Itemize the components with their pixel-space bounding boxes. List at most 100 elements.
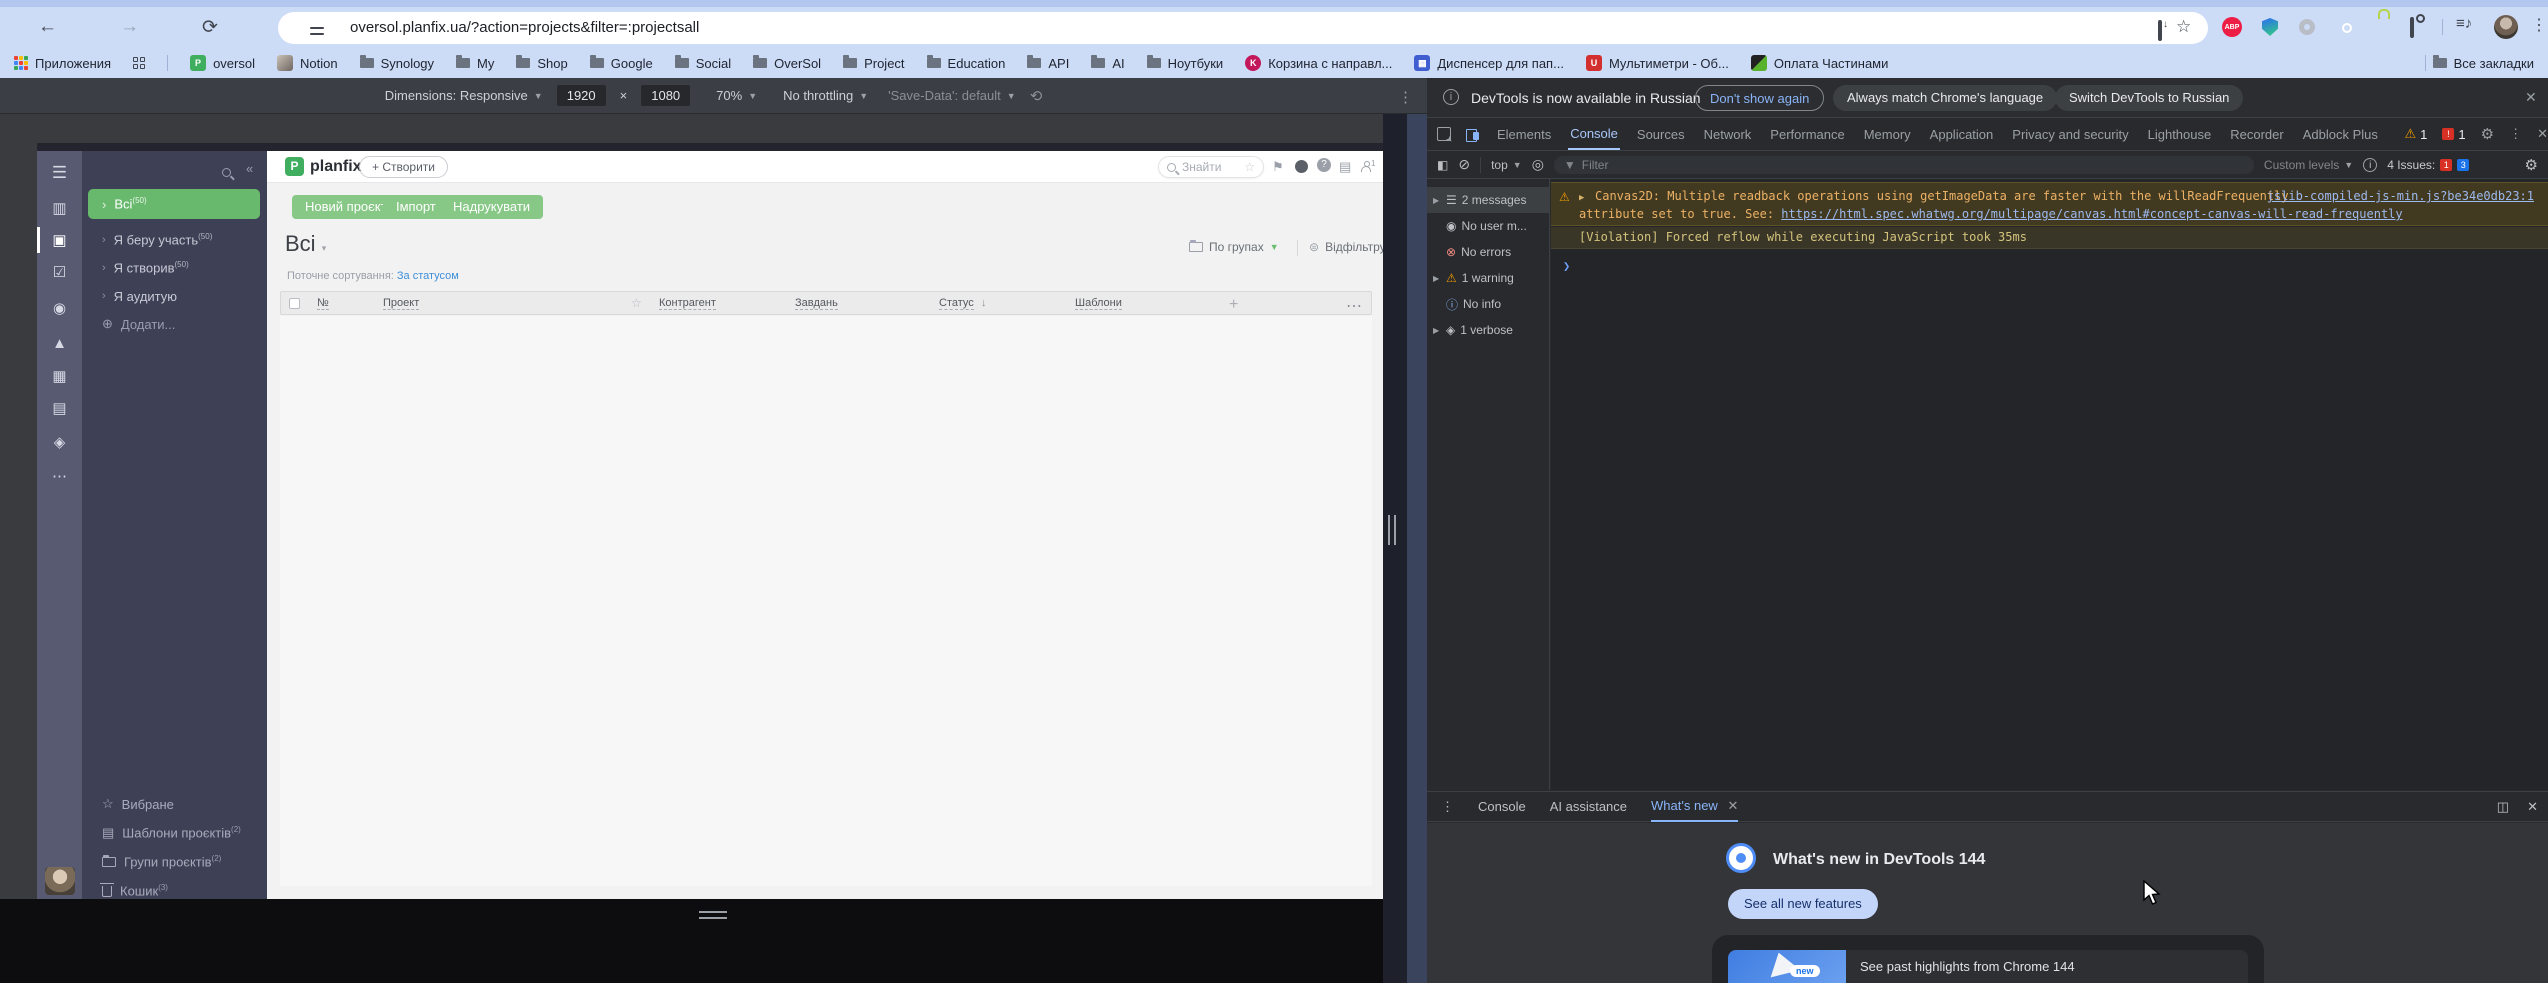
rocket-icon[interactable]: ⚑	[1272, 159, 1284, 175]
url-text[interactable]: oversol.planfix.ua/?action=projects&filt…	[350, 19, 699, 36]
apps-shortcut[interactable]: Приложения	[14, 56, 111, 71]
device-toolbar-menu-icon[interactable]: ⋮	[1398, 88, 1413, 106]
console-settings-icon[interactable]: ⚙	[2525, 156, 2538, 174]
bookmark-folder-synology[interactable]: Synology	[359, 55, 434, 71]
close-tab-icon[interactable]: ✕	[1727, 798, 1738, 813]
help-icon[interactable]: ?	[1317, 158, 1331, 172]
nav-item-project-groups[interactable]: Групи проєктів(2)	[82, 849, 267, 875]
sidebar-search-icon[interactable]	[222, 165, 231, 180]
bookmark-folder-social[interactable]: Social	[674, 55, 731, 71]
sort-value-link[interactable]: За статусом	[397, 270, 459, 282]
save-data-select[interactable]: 'Save-Data': default ▼	[888, 88, 1016, 103]
bookmark-folder-oversol[interactable]: OverSol	[753, 55, 821, 71]
tab-elements[interactable]: Elements	[1495, 120, 1553, 149]
tab-performance[interactable]: Performance	[1768, 120, 1846, 149]
user-avatar[interactable]	[45, 867, 75, 895]
projects-briefcase-icon[interactable]: ▣	[37, 231, 82, 249]
expand-chevron[interactable]: ›	[102, 197, 106, 212]
bookmark-multimetry[interactable]: U Мультиметри - Об...	[1585, 55, 1729, 71]
nav-item-all[interactable]: › Всі(50)	[88, 189, 260, 219]
switch-russian-button[interactable]: Switch DevTools to Russian	[2055, 85, 2244, 111]
bookmark-folder-google[interactable]: Google	[589, 55, 653, 71]
warning-counter[interactable]: ⚠ 1	[2405, 126, 2428, 142]
menu-icon[interactable]: ☰	[37, 163, 82, 183]
add-column-icon[interactable]: +	[1229, 296, 1238, 314]
bookmark-notion[interactable]: Notion	[276, 55, 338, 71]
tab-lighthouse[interactable]: Lighthouse	[2146, 120, 2214, 149]
clear-console-icon[interactable]: ⊘	[1458, 156, 1470, 173]
filter-select[interactable]: ⊜ Відфільтрувати▼	[1309, 240, 1383, 254]
log-levels-select[interactable]: Custom levels ▼	[2264, 158, 2353, 172]
viewport-right-resize-handle[interactable]	[1388, 515, 1396, 545]
drawer-expand-icon[interactable]: ◫	[2497, 799, 2509, 815]
nav-item-add[interactable]: ⊕ Додати...	[82, 311, 267, 337]
drawer-tab-console[interactable]: Console	[1478, 799, 1526, 814]
header-search-input[interactable]: Знайти ☆	[1158, 156, 1264, 178]
boards-icon[interactable]: ▥	[37, 199, 82, 217]
devtools-settings-icon[interactable]: ⚙	[2481, 125, 2494, 143]
site-settings-icon[interactable]	[310, 26, 324, 36]
bookmark-folder-notebooks[interactable]: Ноутбуки	[1146, 55, 1223, 71]
tab-sources[interactable]: Sources	[1635, 120, 1687, 149]
star-icon[interactable]: ☆	[1244, 160, 1255, 174]
feed-icon[interactable]: ▤	[37, 399, 82, 417]
column-status[interactable]: Статус	[939, 297, 974, 310]
device-toolbar-toggle-icon[interactable]	[1466, 127, 1480, 142]
contacts-icon[interactable]: ◉	[37, 299, 82, 317]
console-filter-input[interactable]: ▼ Filter	[1553, 155, 2254, 174]
tasks-icon[interactable]: ☑	[37, 263, 82, 281]
devtools-split-divider[interactable]	[1407, 114, 1427, 983]
drawer-menu-icon[interactable]: ⋮	[1441, 799, 1454, 815]
see-all-features-button[interactable]: See all new features	[1728, 889, 1878, 919]
filter-verbose[interactable]: ▶ ◈ 1 verbose	[1427, 317, 1549, 343]
create-button[interactable]: + Створити	[359, 156, 448, 178]
column-templates[interactable]: Шаблони	[1075, 297, 1122, 310]
adblock-extension-icon[interactable]: ABP	[2222, 17, 2242, 37]
drawer-tab-whats-new[interactable]: What's new ✕	[1651, 792, 1739, 822]
tab-application[interactable]: Application	[1928, 120, 1996, 149]
layers-icon[interactable]: ▤	[1339, 159, 1351, 175]
bookmark-folder-ai[interactable]: AI	[1091, 55, 1125, 71]
status-circle-icon[interactable]	[1295, 160, 1308, 173]
expand-chevron[interactable]: ›	[102, 234, 106, 246]
address-bar[interactable]: oversol.planfix.ua/?action=projects&filt…	[278, 12, 2208, 44]
forward-button[interactable]: →	[120, 16, 139, 38]
nav-item-auditing[interactable]: › Я аудитую	[82, 283, 267, 309]
view-title[interactable]: Всі ▾	[285, 231, 326, 257]
bookmark-korzina[interactable]: K Корзина с направл...	[1245, 55, 1392, 71]
console-sidebar-toggle-icon[interactable]: ◧	[1437, 158, 1448, 172]
nav-item-created[interactable]: › Я створив(50)	[82, 255, 267, 281]
console-violation-message[interactable]: [Violation] Forced reflow while executin…	[1551, 227, 2548, 249]
inspect-element-icon[interactable]	[1437, 127, 1451, 141]
back-button[interactable]: ←	[38, 16, 57, 38]
tab-recorder[interactable]: Recorder	[2228, 120, 2285, 149]
banner-close-icon[interactable]: ✕	[2525, 89, 2537, 106]
match-language-button[interactable]: Always match Chrome's language	[1833, 85, 2058, 111]
viewport-width-input[interactable]: 1920	[556, 85, 606, 106]
error-counter[interactable]: ! 1	[2442, 127, 2466, 142]
team-icon[interactable]: ◈	[37, 433, 82, 451]
column-counterparty[interactable]: Контрагент	[659, 297, 716, 310]
nav-item-participating[interactable]: › Я беру участь(50)	[82, 227, 267, 253]
column-project[interactable]: Проект	[383, 297, 420, 310]
star-column-icon[interactable]: ☆	[631, 296, 642, 310]
browser-menu-icon[interactable]: ⋮	[2531, 15, 2547, 35]
shield-extension-icon[interactable]	[2262, 18, 2278, 36]
filter-all-messages[interactable]: ▶ ☰ 2 messages	[1427, 187, 1549, 213]
zoom-select[interactable]: 70% ▼	[716, 88, 757, 103]
console-warning-message[interactable]: ⚠ ▶ Canvas2D: Multiple readback operatio…	[1551, 182, 2548, 226]
bookmark-folder-api[interactable]: API	[1027, 55, 1069, 71]
column-number[interactable]: №	[317, 297, 329, 310]
playlist-icon[interactable]: ≡♪	[2456, 15, 2472, 32]
filter-info[interactable]: ⓘ No info	[1427, 291, 1549, 317]
expand-chevron[interactable]: ›	[102, 290, 106, 302]
profile-avatar[interactable]	[2494, 15, 2518, 39]
install-app-icon[interactable]	[2158, 20, 2162, 41]
drawer-tab-ai-assistance[interactable]: AI assistance	[1550, 799, 1627, 814]
expand-triangle-icon[interactable]: ▶	[1579, 189, 1584, 207]
bookmark-star-icon[interactable]: ☆	[2176, 17, 2191, 37]
dimensions-select[interactable]: Dimensions: Responsive ▼	[385, 88, 543, 103]
execution-context-select[interactable]: top ▼	[1491, 158, 1522, 172]
column-tasks[interactable]: Завдань	[795, 297, 838, 310]
tab-adblock-plus[interactable]: Adblock Plus	[2301, 120, 2380, 149]
